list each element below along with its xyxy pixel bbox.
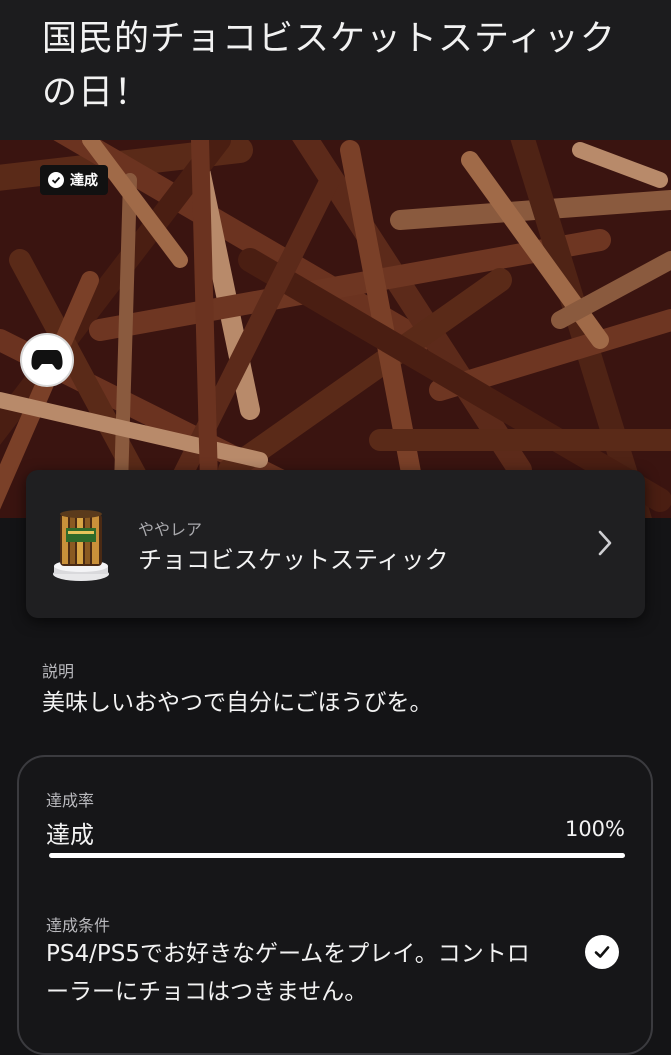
description-text: 美味しいおやつで自分にごほうびを。 (42, 690, 433, 716)
hero-image (0, 140, 671, 518)
check-circle-icon (48, 172, 64, 188)
trophy-image (53, 510, 109, 581)
badge-label: 達成 (70, 173, 98, 189)
chevron-right-icon (598, 530, 612, 556)
chocolate-sticks-illustration (0, 140, 671, 518)
platform-button[interactable] (20, 333, 74, 387)
chocolate-stick (113, 173, 137, 518)
header: 国民的チョコビスケットスティックの日！ (0, 0, 671, 140)
progress-label: 達成率 (46, 791, 95, 810)
progress-bar-fill (49, 853, 625, 858)
progress-status: 達成 (46, 821, 94, 849)
trophy-rarity: ややレア (138, 520, 203, 539)
earned-badge: 達成 (40, 165, 108, 195)
description-label: 説明 (42, 662, 75, 681)
trophy-name: チョコビスケットスティック (138, 546, 449, 574)
gamepad-icon (31, 350, 63, 370)
trophy-card[interactable]: ややレア チョコビスケットスティック (26, 470, 645, 618)
condition-text: PS4/PS5でお好きなゲームをプレイ。コントローラーにチョコはつきません。 (46, 941, 530, 1005)
chocolate-stick (191, 140, 219, 518)
chocolate-stick (572, 142, 668, 188)
check-circle-icon (585, 935, 619, 969)
page-title: 国民的チョコビスケットスティックの日！ (42, 19, 616, 113)
progress-percent: 100% (564, 817, 625, 841)
condition-label: 達成条件 (46, 916, 111, 935)
progress-panel: 達成率 達成 100% 達成条件 PS4/PS5でお好きなゲームをプレイ。コント… (17, 755, 653, 1055)
progress-bar (49, 853, 625, 858)
